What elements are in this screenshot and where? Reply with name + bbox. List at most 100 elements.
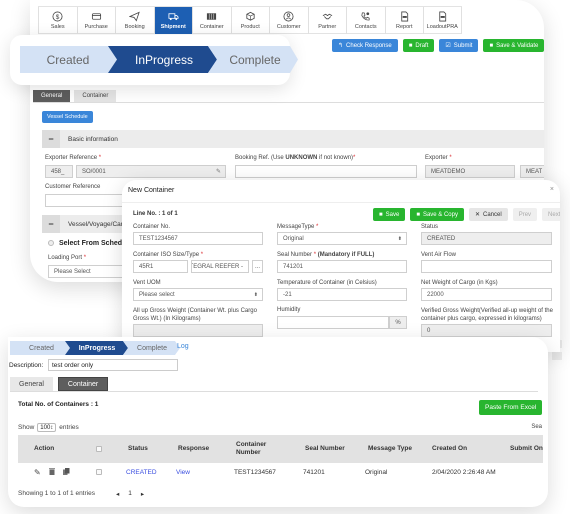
copy-icon[interactable] xyxy=(62,467,70,477)
credit-card-icon xyxy=(91,13,101,20)
close-icon[interactable]: × xyxy=(550,186,554,193)
vent-air-flow-input[interactable] xyxy=(421,260,552,273)
check-response-button[interactable]: ↰ Check Response xyxy=(332,39,398,52)
col-submit-on[interactable]: Submit On xyxy=(510,435,543,463)
new-container-modal: New Container × Line No. : 1 of 1 ■ Save … xyxy=(122,180,560,352)
nav-booking[interactable]: Booking xyxy=(115,7,154,34)
booking-ref-input[interactable] xyxy=(235,165,417,178)
col-seal-number[interactable]: Seal Number xyxy=(305,435,345,463)
row-response-link[interactable]: View xyxy=(176,463,190,481)
radio-icon[interactable] xyxy=(48,240,54,246)
col-response[interactable]: Response xyxy=(178,435,209,463)
exporter-input[interactable]: MEATDEMO xyxy=(425,165,515,178)
iso-lookup-button[interactable]: ... xyxy=(252,260,263,273)
col-container-number[interactable]: Container Number xyxy=(236,435,281,463)
prev-button[interactable]: Prev xyxy=(512,208,538,221)
close-icon: ✕ xyxy=(474,212,480,218)
tab-container[interactable]: Container xyxy=(57,377,109,391)
paste-from-excel-button[interactable]: Paste From Excel xyxy=(479,400,543,415)
edit-icon[interactable]: ✎ xyxy=(216,168,221,175)
vent-uom-select[interactable]: Please select ⬍ xyxy=(133,288,263,301)
draft-button[interactable]: ■ Draft xyxy=(402,39,435,52)
vessel-schedule-button[interactable]: Vessel Schedule xyxy=(42,111,93,123)
submit-button[interactable]: ☑ Submit xyxy=(439,39,479,52)
step-created: Created xyxy=(29,344,54,352)
nav-shipment[interactable]: Shipment xyxy=(153,7,192,34)
message-type-label: MessageType * xyxy=(277,224,319,230)
tab-general[interactable]: General xyxy=(33,90,71,102)
select-from-schedule-radio[interactable]: Select From Schedu xyxy=(48,240,126,247)
select-arrows-icon: ⬍ xyxy=(253,291,258,298)
col-select-all[interactable] xyxy=(96,435,102,463)
collapse-icon[interactable]: − xyxy=(42,215,60,233)
cancel-button[interactable]: ✕ Cancel xyxy=(468,208,508,221)
container-no-input[interactable]: TEST1234567 xyxy=(133,232,263,245)
vgm-input[interactable]: 0 xyxy=(421,324,552,337)
save-validate-button[interactable]: ■ Save & Validate xyxy=(483,39,544,52)
message-type-select[interactable]: Original ⬍ xyxy=(277,232,407,245)
input-value: SO/0001 xyxy=(82,168,106,175)
customer-icon xyxy=(283,11,294,22)
log-link[interactable]: Log xyxy=(177,343,189,350)
description-input[interactable]: test order only xyxy=(48,359,178,371)
nav-contacts[interactable]: Contacts xyxy=(346,7,385,34)
row-status-link[interactable]: CREATED xyxy=(126,463,157,481)
tab-container[interactable]: Container xyxy=(74,90,117,102)
col-created-on[interactable]: Created On xyxy=(432,435,467,463)
nav-customer[interactable]: Customer xyxy=(269,7,308,34)
document-icon xyxy=(439,11,446,22)
col-action[interactable]: Action xyxy=(34,435,54,463)
svg-text:$: $ xyxy=(56,14,60,21)
col-status[interactable]: Status xyxy=(128,435,148,463)
row-message-type: Original xyxy=(365,468,388,476)
row-select[interactable] xyxy=(96,463,102,481)
page-number[interactable]: 1 xyxy=(128,490,132,498)
basic-info-section-header[interactable]: − Basic information xyxy=(42,130,544,148)
nav-loadoutpra[interactable]: LoadoutPRA xyxy=(423,7,462,34)
product-box-icon xyxy=(246,11,255,21)
nav-report[interactable]: Report xyxy=(384,7,424,34)
page-size-select[interactable]: 100 ↕ xyxy=(37,423,57,432)
status-input: CREATED xyxy=(421,232,552,245)
nav-purchase[interactable]: Purchase xyxy=(76,7,116,34)
tab-general[interactable]: General xyxy=(10,377,53,391)
nav-label: Container xyxy=(199,24,224,30)
nav-sales[interactable]: $ Sales xyxy=(38,7,77,34)
gross-weight-input[interactable] xyxy=(133,324,263,337)
next-page-icon[interactable]: ▸ xyxy=(141,490,144,498)
nav-product[interactable]: Product xyxy=(230,7,270,34)
prev-page-icon[interactable]: ◂ xyxy=(116,490,119,498)
button-label: Submit xyxy=(453,42,473,49)
description-label: Description: xyxy=(9,362,44,369)
edit-icon[interactable]: ✎ xyxy=(34,468,41,477)
exporter-reference-input[interactable]: SO/0001 ✎ xyxy=(76,165,226,178)
exporter-name-input[interactable]: MEAT xyxy=(520,165,544,178)
nav-partner[interactable]: Partner xyxy=(307,7,347,34)
delete-icon[interactable] xyxy=(48,467,55,477)
row-created-on: 2/04/2020 2:26:48 AM xyxy=(432,468,496,476)
modal-toolbar: ■ Save ■ Save & Copy ✕ Cancel Prev Next xyxy=(373,208,560,221)
gross-weight-label: All up Gross Weight (Container Wt. plus … xyxy=(133,308,257,323)
next-button[interactable]: Next xyxy=(542,208,560,221)
nav-container[interactable]: Container xyxy=(192,7,231,34)
iso-code-input[interactable]: 45R1 xyxy=(133,260,188,273)
exporter-reference-label: Exporter Reference * xyxy=(45,155,102,161)
row-seal-number: 741201 xyxy=(303,468,325,476)
list-tabs: General Container xyxy=(10,377,109,391)
net-weight-input[interactable]: 22000 xyxy=(421,288,552,301)
showing-entries: Showing 1 to 1 of 1 entries xyxy=(18,490,95,497)
collapse-icon[interactable]: − xyxy=(42,130,60,148)
row-actions: ✎ xyxy=(34,463,70,481)
col-message-type[interactable]: Message Type xyxy=(368,435,412,463)
customer-reference-label: Customer Reference xyxy=(45,184,101,190)
select-all-checkbox[interactable] xyxy=(96,446,102,452)
humidity-input[interactable] xyxy=(277,316,389,329)
save-button[interactable]: ■ Save xyxy=(373,208,406,221)
iso-description-input[interactable]: INTEGRAL REEFER - xyxy=(191,260,249,273)
save-disk-icon: ■ xyxy=(489,42,494,49)
seal-number-input[interactable]: 741201 xyxy=(277,260,407,273)
save-copy-button[interactable]: ■ Save & Copy xyxy=(410,208,464,221)
action-toolbar: ↰ Check Response ■ Draft ☑ Submit ■ Save & V… xyxy=(332,39,544,52)
temperature-input[interactable]: -21 xyxy=(277,288,407,301)
row-checkbox[interactable] xyxy=(96,469,102,475)
